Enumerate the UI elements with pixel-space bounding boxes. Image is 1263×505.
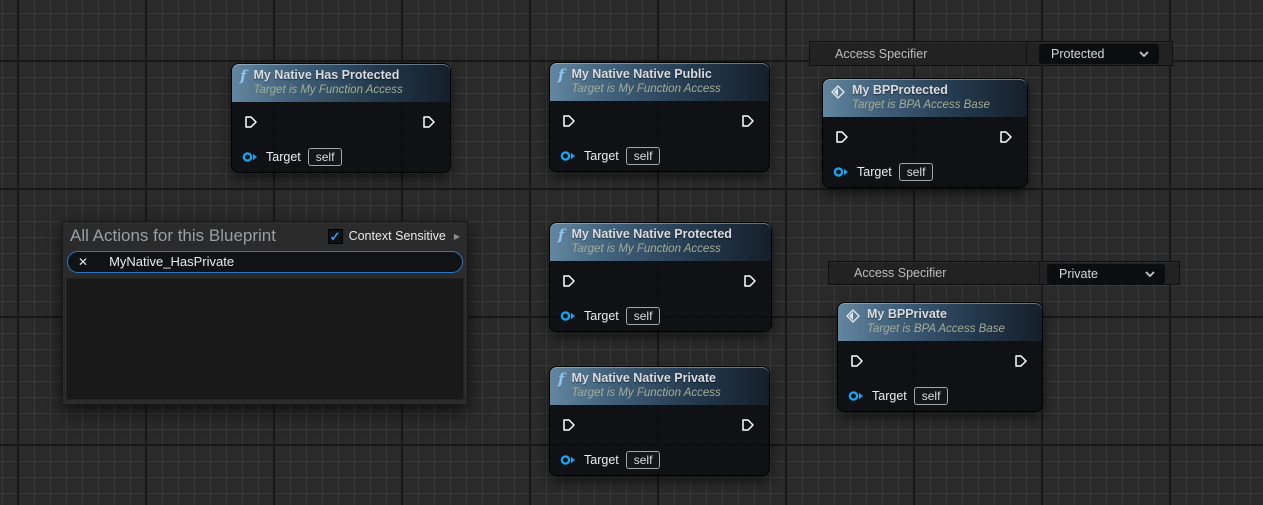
node-subtitle: Target is My Function Access bbox=[253, 83, 402, 98]
access-specifier-row-protected: Access Specifier Protected bbox=[809, 41, 1173, 66]
target-self-value[interactable]: self bbox=[626, 451, 661, 469]
exec-out-pin[interactable] bbox=[743, 274, 757, 288]
access-specifier-dropdown[interactable]: Protected bbox=[1039, 44, 1159, 64]
node-subtitle: Target is My Function Access bbox=[571, 386, 720, 401]
node-title: My Native Native Private bbox=[571, 370, 720, 386]
target-object-pin[interactable] bbox=[833, 166, 850, 178]
exec-in-pin[interactable] bbox=[244, 115, 258, 129]
node-header: f My Native Native Public Target is My F… bbox=[550, 63, 769, 101]
target-label: Target bbox=[584, 453, 619, 467]
target-label: Target bbox=[266, 150, 301, 164]
node-my-native-native-private[interactable]: f My Native Native Private Target is My … bbox=[549, 366, 770, 476]
dropdown-selected-value: Private bbox=[1059, 267, 1098, 281]
node-my-native-has-protected[interactable]: f My Native Has Protected Target is My F… bbox=[231, 63, 451, 173]
blueprint-graph-canvas[interactable]: f My Native Has Protected Target is My F… bbox=[0, 0, 1263, 505]
exec-in-pin[interactable] bbox=[562, 418, 576, 432]
exec-out-pin[interactable] bbox=[741, 418, 755, 432]
action-search-input[interactable] bbox=[97, 254, 452, 270]
target-self-value[interactable]: self bbox=[626, 147, 661, 165]
chevron-down-icon bbox=[1145, 271, 1155, 277]
context-menu-header: All Actions for this Blueprint ✓ Context… bbox=[63, 222, 467, 249]
exec-out-pin[interactable] bbox=[1014, 354, 1028, 368]
function-f-icon: f bbox=[558, 67, 564, 84]
target-pin-row: Target self bbox=[560, 451, 660, 469]
node-title: My Native Native Protected bbox=[571, 226, 731, 242]
exec-in-pin[interactable] bbox=[562, 114, 576, 128]
target-self-value[interactable]: self bbox=[308, 148, 343, 166]
bp-function-diamond-icon bbox=[831, 85, 845, 99]
node-title: My Native Native Public bbox=[571, 66, 720, 82]
node-my-native-native-public[interactable]: f My Native Native Public Target is My F… bbox=[549, 62, 770, 172]
access-specifier-dropdown[interactable]: Private bbox=[1047, 264, 1165, 284]
function-f-icon: f bbox=[558, 371, 564, 388]
target-object-pin[interactable] bbox=[242, 151, 259, 163]
target-self-value[interactable]: self bbox=[626, 307, 661, 325]
node-header: My BPPrivate Target is BPA Access Base bbox=[838, 303, 1042, 341]
target-pin-row: Target self bbox=[833, 163, 933, 181]
target-pin-row: Target self bbox=[242, 148, 342, 166]
node-title: My BPPrivate bbox=[867, 306, 1005, 322]
node-my-bpprivate[interactable]: My BPPrivate Target is BPA Access Base T… bbox=[837, 302, 1043, 412]
context-menu-title: All Actions for this Blueprint bbox=[70, 226, 276, 246]
node-my-native-native-protected[interactable]: f My Native Native Protected Target is M… bbox=[549, 222, 772, 332]
chevron-down-icon bbox=[1139, 51, 1149, 57]
access-specifier-label: Access Specifier bbox=[835, 47, 927, 61]
target-object-pin[interactable] bbox=[560, 310, 577, 322]
dropdown-selected-value: Protected bbox=[1051, 47, 1105, 61]
access-specifier-row-private: Access Specifier Private bbox=[828, 261, 1180, 285]
target-object-pin[interactable] bbox=[560, 454, 577, 466]
clear-search-icon[interactable]: ✕ bbox=[78, 256, 88, 268]
context-sensitive-checkbox[interactable]: ✓ bbox=[328, 229, 343, 244]
node-my-bpprotected[interactable]: My BPProtected Target is BPA Access Base… bbox=[822, 78, 1028, 188]
target-label: Target bbox=[872, 389, 907, 403]
exec-in-pin[interactable] bbox=[562, 274, 576, 288]
node-subtitle: Target is BPA Access Base bbox=[852, 98, 990, 113]
target-label: Target bbox=[584, 309, 619, 323]
check-icon: ✓ bbox=[330, 230, 341, 243]
target-pin-row: Target self bbox=[560, 307, 660, 325]
target-self-value[interactable]: self bbox=[914, 387, 949, 405]
node-header: f My Native Native Private Target is My … bbox=[550, 367, 769, 405]
submenu-arrow-icon[interactable]: ▶ bbox=[454, 232, 460, 241]
node-subtitle: Target is My Function Access bbox=[571, 242, 731, 257]
node-subtitle: Target is BPA Access Base bbox=[867, 322, 1005, 337]
node-title: My Native Has Protected bbox=[253, 67, 402, 83]
target-object-pin[interactable] bbox=[848, 390, 865, 402]
node-header: f My Native Has Protected Target is My F… bbox=[232, 64, 450, 102]
node-title: My BPProtected bbox=[852, 82, 990, 98]
exec-out-pin[interactable] bbox=[999, 130, 1013, 144]
exec-out-pin[interactable] bbox=[741, 114, 755, 128]
target-self-value[interactable]: self bbox=[899, 163, 934, 181]
panel-divider bbox=[1039, 262, 1040, 284]
bp-function-diamond-icon bbox=[846, 309, 860, 323]
exec-out-pin[interactable] bbox=[422, 115, 436, 129]
context-sensitive-label: Context Sensitive bbox=[349, 229, 446, 243]
node-header: My BPProtected Target is BPA Access Base bbox=[823, 79, 1027, 117]
target-label: Target bbox=[584, 149, 619, 163]
target-object-pin[interactable] bbox=[560, 150, 577, 162]
all-actions-context-menu: All Actions for this Blueprint ✓ Context… bbox=[62, 221, 468, 405]
target-pin-row: Target self bbox=[848, 387, 948, 405]
function-f-icon: f bbox=[558, 227, 564, 244]
node-subtitle: Target is My Function Access bbox=[571, 82, 720, 97]
target-pin-row: Target self bbox=[560, 147, 660, 165]
function-f-icon: f bbox=[240, 68, 246, 85]
node-header: f My Native Native Protected Target is M… bbox=[550, 223, 771, 261]
action-search-box[interactable]: ✕ bbox=[67, 251, 463, 273]
action-results-list[interactable] bbox=[66, 278, 464, 400]
panel-divider bbox=[1026, 42, 1027, 65]
exec-in-pin[interactable] bbox=[850, 354, 864, 368]
access-specifier-label: Access Specifier bbox=[854, 266, 946, 280]
exec-in-pin[interactable] bbox=[835, 130, 849, 144]
target-label: Target bbox=[857, 165, 892, 179]
